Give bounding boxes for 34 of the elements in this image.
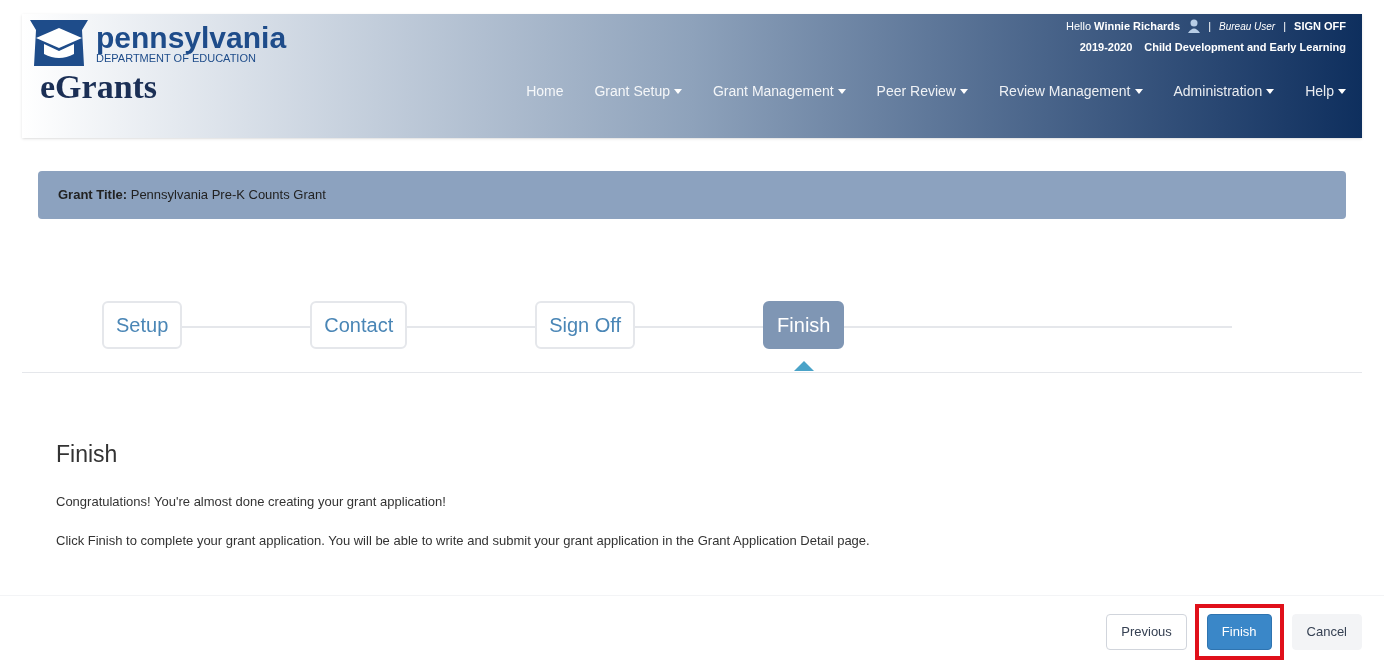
wizard-step[interactable]: Setup <box>102 301 183 349</box>
separator: | <box>1208 19 1212 34</box>
caret-icon <box>1338 89 1346 94</box>
wizard-step[interactable]: Sign Off <box>535 301 636 349</box>
user-role: Bureau User <box>1219 19 1276 34</box>
logo-name: pennsylvania <box>96 22 287 53</box>
body-text: Click Finish to complete your grant application. You will be able to write and submit your grant application in the Grant Application Detail page. <box>56 532 871 550</box>
caret-icon <box>837 89 846 94</box>
action-button[interactable]: Finish <box>1206 613 1272 650</box>
office-name: Child Development and Early Learning <box>1144 39 1346 55</box>
app-name: eGrants <box>40 70 159 104</box>
caret-icon <box>674 89 682 94</box>
school-year: 2019-2020 <box>1079 39 1133 55</box>
action-button[interactable]: Previous <box>1106 613 1187 650</box>
user-icon <box>1188 19 1201 34</box>
caret-icon <box>1266 89 1275 94</box>
nav-menu-item[interactable]: Review Management <box>999 81 1143 102</box>
caret-icon <box>960 89 968 94</box>
nav-menu-item[interactable]: Peer Review <box>876 81 968 102</box>
nav-menu-item[interactable]: Grant Management <box>713 81 846 102</box>
body-text: Congratulations! You're almost done creating your grant application! <box>56 492 447 511</box>
nav-menu-item[interactable]: Grant Setup <box>594 81 682 102</box>
action-button[interactable]: Cancel <box>1291 613 1362 650</box>
pointer-icon <box>793 361 814 371</box>
separator: | <box>1283 19 1287 34</box>
section-heading: Finish <box>56 440 119 469</box>
grant-title: Grant Title: Pennsylvania Pre-K Counts Grant <box>58 186 326 205</box>
wizard-step[interactable]: Finish <box>763 301 845 349</box>
sign-off-link[interactable]: SIGN OFF <box>1294 18 1346 35</box>
nav-menu-item[interactable]: Administration <box>1173 81 1275 102</box>
caret-icon <box>1134 89 1143 94</box>
user-greeting: Hello Winnie Richards <box>1065 19 1181 34</box>
nav-menu-item[interactable]: Help <box>1305 81 1346 102</box>
wizard-step[interactable]: Contact <box>310 301 408 349</box>
